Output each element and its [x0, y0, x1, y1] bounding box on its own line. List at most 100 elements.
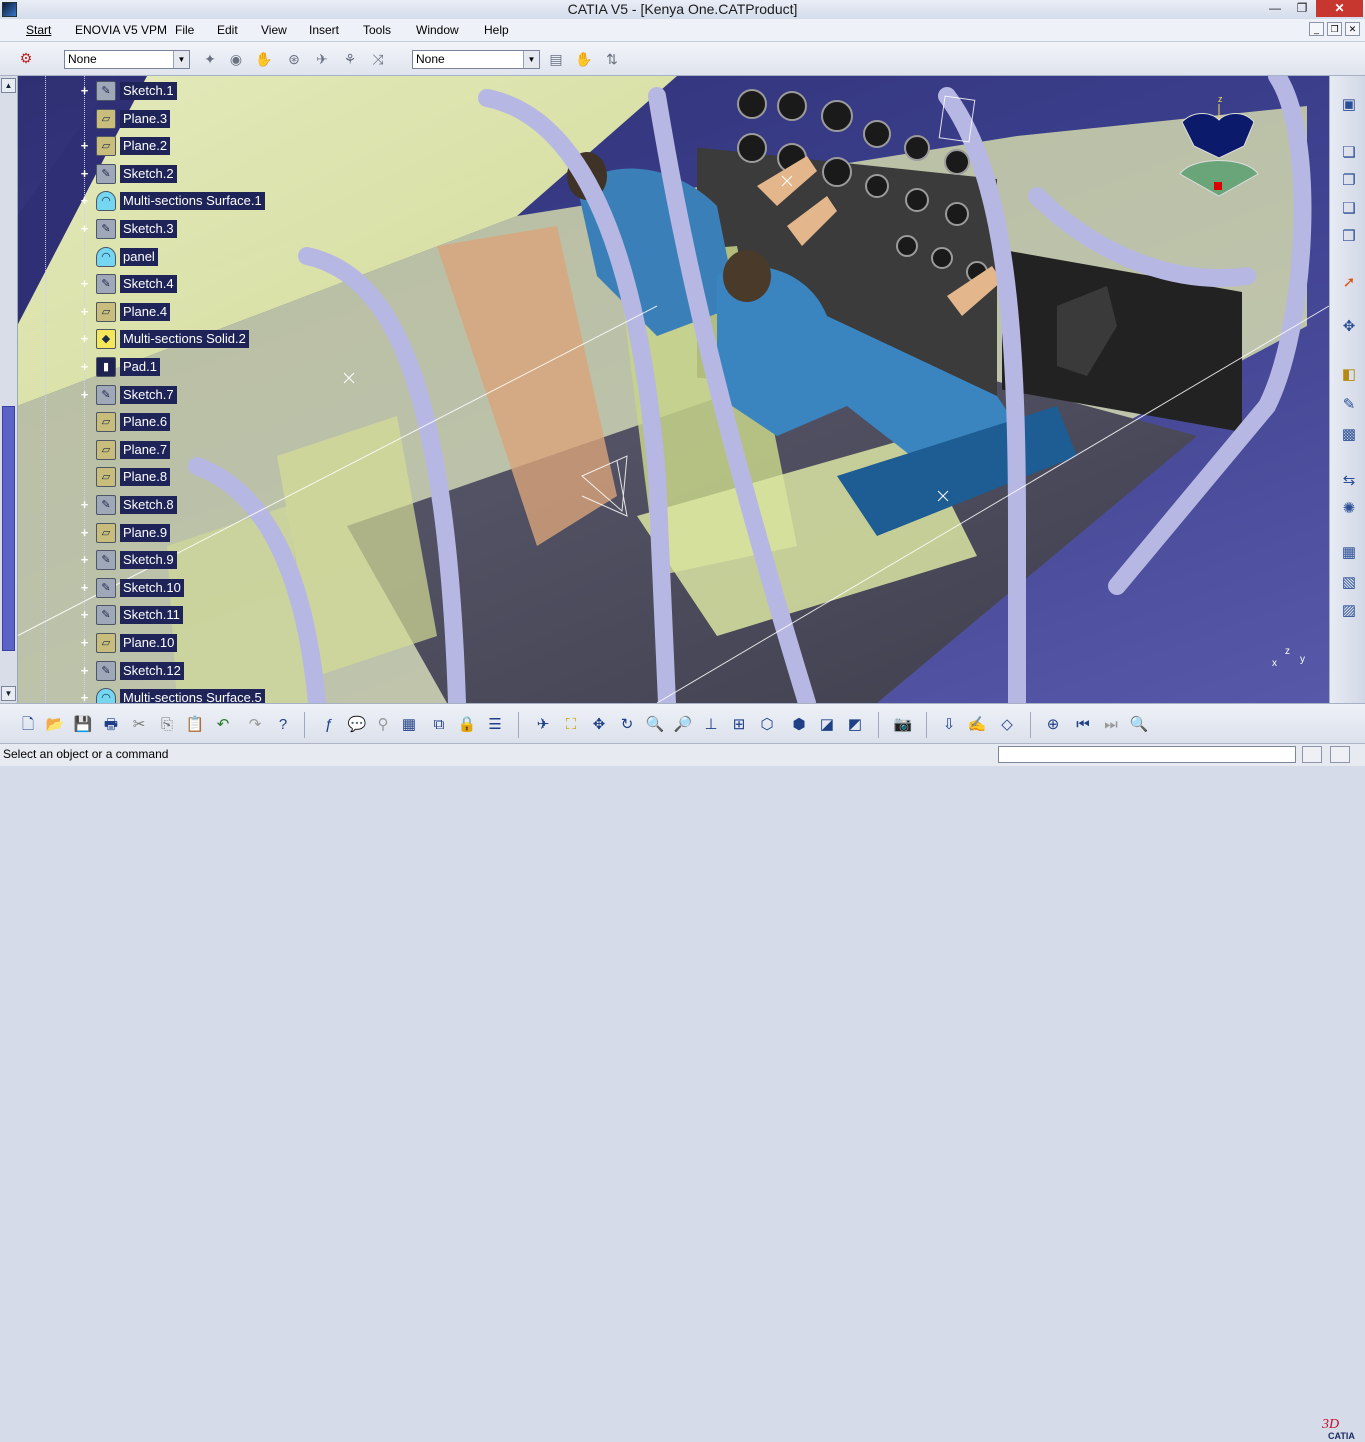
manipulate-icon[interactable]: ✥: [1338, 316, 1360, 338]
print-icon[interactable]: 🖶: [100, 714, 122, 736]
tree-node-label[interactable]: Plane.9: [120, 523, 171, 542]
expand-toggle-icon[interactable]: +: [79, 388, 90, 401]
constraint-icon[interactable]: ✺: [1338, 498, 1360, 520]
graph-icon[interactable]: ⧉: [428, 714, 450, 736]
insert-component-icon[interactable]: ❐: [1338, 170, 1360, 192]
open-folder-icon[interactable]: 📂: [44, 714, 66, 736]
mdi-close-button[interactable]: ✕: [1345, 22, 1360, 36]
table-icon[interactable]: ▦: [398, 714, 420, 736]
menu-insert[interactable]: Insert: [309, 23, 339, 37]
lock-icon[interactable]: 🔒: [456, 714, 478, 736]
capture-icon[interactable]: 📷: [892, 714, 914, 736]
chevron-down-icon[interactable]: ▼: [523, 51, 539, 68]
undo-icon[interactable]: ↶: [212, 714, 234, 736]
tree-node-label[interactable]: Plane.3: [120, 109, 171, 128]
paste-icon[interactable]: 📋: [184, 714, 206, 736]
command-input[interactable]: [998, 746, 1296, 763]
expand-toggle-icon[interactable]: +: [79, 526, 90, 539]
tree-node-label[interactable]: Pad.1: [120, 358, 160, 376]
walk-icon[interactable]: ⚘: [340, 49, 360, 69]
expand-toggle-icon[interactable]: +: [79, 553, 90, 566]
expand-toggle-icon[interactable]: +: [79, 664, 90, 677]
scroll-thumb[interactable]: [2, 406, 15, 651]
expand-toggle-icon[interactable]: +: [79, 360, 90, 373]
fly-mode-icon[interactable]: ✈: [532, 714, 554, 736]
menu-window[interactable]: Window: [416, 23, 459, 37]
tree-node-label[interactable]: Plane.4: [120, 302, 171, 321]
chevron-down-icon[interactable]: ▼: [173, 51, 189, 68]
menu-enovia[interactable]: ENOVIA V5 VPM: [75, 23, 167, 37]
explode-icon[interactable]: ✎: [1338, 394, 1360, 416]
menu-help[interactable]: Help: [484, 23, 509, 37]
menu-view[interactable]: View: [261, 23, 287, 37]
copy-format-icon[interactable]: ✋: [574, 49, 594, 69]
zoom-in-icon[interactable]: 🔍: [644, 714, 666, 736]
formula-icon[interactable]: ƒ: [318, 714, 340, 736]
fit-all-icon[interactable]: ⛶: [560, 714, 582, 736]
tree-node-label[interactable]: Sketch.11: [120, 606, 183, 625]
tree-node-label[interactable]: Sketch.10: [120, 578, 184, 597]
shading-icon[interactable]: ⬢: [788, 714, 810, 736]
hand-icon[interactable]: ✋: [254, 49, 274, 69]
save-icon[interactable]: 💾: [72, 714, 94, 736]
product-icon[interactable]: ⚙: [16, 48, 36, 68]
status-button-1[interactable]: [1302, 746, 1322, 763]
mdi-restore-button[interactable]: ❐: [1327, 22, 1342, 36]
eraser-icon[interactable]: ◇: [996, 714, 1018, 736]
expand-toggle-icon[interactable]: +: [79, 222, 90, 235]
link-icon[interactable]: ⚲: [372, 714, 394, 736]
cut-icon[interactable]: ✂: [128, 714, 150, 736]
first-icon[interactable]: ⏮: [1072, 714, 1094, 736]
fly-icon[interactable]: ✈: [312, 49, 332, 69]
import-icon[interactable]: ⇩: [938, 714, 960, 736]
scroll-down-button[interactable]: ▼: [1, 686, 16, 701]
help-icon[interactable]: ?: [272, 714, 294, 736]
tree-node-label[interactable]: Sketch.12: [120, 661, 184, 680]
normal-view-icon[interactable]: ⊥: [700, 714, 722, 736]
list-icon[interactable]: ☰: [484, 714, 506, 736]
tree-scrollbar[interactable]: ▲ ▼: [0, 76, 18, 703]
iso-view-icon[interactable]: ⬡: [756, 714, 778, 736]
search-icon[interactable]: 🔍: [1128, 714, 1150, 736]
mdi-minimize-button[interactable]: _: [1309, 22, 1324, 36]
tree-node-label[interactable]: Sketch.4: [120, 275, 177, 294]
expand-toggle-icon[interactable]: +: [79, 636, 90, 649]
pan-icon[interactable]: ✥: [588, 714, 610, 736]
swap-visible-icon[interactable]: ◩: [844, 714, 866, 736]
menu-edit[interactable]: Edit: [217, 23, 238, 37]
expand-toggle-icon[interactable]: +: [79, 139, 90, 152]
publish-icon[interactable]: ✍: [966, 714, 988, 736]
tree-node-label[interactable]: Plane.2: [120, 137, 171, 156]
status-button-2[interactable]: [1330, 746, 1350, 763]
menu-start[interactable]: Start: [26, 23, 51, 37]
new-file-icon[interactable]: 🗋: [17, 714, 39, 736]
expand-toggle-icon[interactable]: +: [79, 194, 90, 207]
tree-node-label[interactable]: Sketch.3: [120, 220, 177, 238]
expand-toggle-icon[interactable]: +: [79, 332, 90, 345]
turn-icon[interactable]: ⤨: [368, 49, 388, 69]
tree-node-label[interactable]: Sketch.2: [120, 164, 177, 183]
tree-node-label[interactable]: Plane.6: [120, 413, 171, 432]
tree-node-label[interactable]: Plane.8: [120, 468, 171, 487]
expand-toggle-icon[interactable]: +: [79, 167, 90, 180]
select-arrow-icon[interactable]: ➚: [1338, 272, 1360, 294]
expand-toggle-icon[interactable]: +: [79, 498, 90, 511]
comment-icon[interactable]: 💬: [346, 714, 368, 736]
expand-toggle-icon[interactable]: [79, 252, 90, 263]
color-combo[interactable]: None ▼: [64, 50, 190, 69]
multi-view-icon[interactable]: ⊞: [728, 714, 750, 736]
compass-widget[interactable]: z: [1172, 94, 1262, 204]
menu-file[interactable]: File: [175, 23, 194, 37]
expand-toggle-icon[interactable]: +: [79, 608, 90, 621]
tree-node-label[interactable]: Sketch.1: [120, 82, 177, 100]
copy-icon[interactable]: ⎘: [156, 714, 178, 736]
tree-node-label[interactable]: Sketch.9: [120, 551, 177, 570]
expand-toggle-icon[interactable]: +: [79, 581, 90, 594]
catalog-icon[interactable]: ❏: [1338, 142, 1360, 164]
workbench-icon[interactable]: ▣: [1338, 94, 1360, 116]
analysis-icon[interactable]: ▧: [1338, 572, 1360, 594]
scroll-up-button[interactable]: ▲: [1, 78, 16, 93]
tree-node-label[interactable]: panel: [120, 247, 158, 266]
tree-node-label[interactable]: Sketch.7: [120, 385, 177, 404]
tree-node-label[interactable]: Multi-sections Solid.2: [120, 330, 249, 349]
